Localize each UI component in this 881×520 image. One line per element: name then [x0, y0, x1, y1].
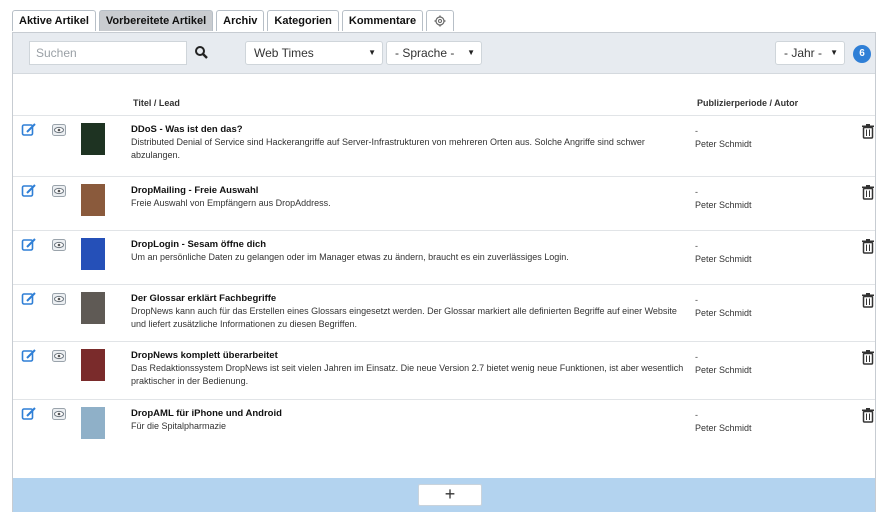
article-title[interactable]: DropMailing - Freie Auswahl — [131, 185, 258, 196]
preview-icon[interactable] — [51, 348, 67, 364]
trash-icon[interactable] — [861, 349, 875, 365]
article-thumbnail — [81, 238, 105, 270]
gear-icon — [434, 15, 446, 27]
article-thumbnail — [81, 123, 105, 155]
footer-bar: + — [13, 478, 875, 512]
article-row: DropLogin - Sesam öffne dich Um an persön… — [13, 230, 875, 285]
language-select-value: - Sprache - — [395, 46, 455, 60]
article-period: - — [695, 352, 698, 362]
article-title[interactable]: DropNews komplett überarbeitet — [131, 350, 278, 361]
article-lead: Das Redaktionssystem DropNews ist seit v… — [131, 363, 684, 386]
article-row: Der Glossar erklärt Fachbegriffe DropNews… — [13, 284, 875, 342]
edit-icon[interactable] — [21, 291, 37, 307]
article-author: Peter Schmidt — [695, 139, 752, 149]
article-period: - — [695, 126, 698, 136]
year-select[interactable]: - Jahr - ▼ — [775, 41, 845, 65]
article-lead: DropNews kann auch für das Erstellen ein… — [131, 306, 677, 329]
chevron-down-icon: ▼ — [830, 48, 838, 57]
article-thumbnail — [81, 407, 105, 439]
publication-select[interactable]: Web Times ▼ — [245, 41, 383, 65]
tab-kommentare[interactable]: Kommentare — [341, 10, 424, 31]
edit-icon[interactable] — [21, 406, 37, 422]
article-period: - — [695, 295, 698, 305]
search-input[interactable] — [29, 41, 187, 65]
article-title[interactable]: DDoS - Was ist den das? — [131, 124, 243, 135]
article-period: - — [695, 241, 698, 251]
edit-icon[interactable] — [21, 348, 37, 364]
tab-aktive-artikel[interactable]: Aktive Artikel — [12, 10, 96, 31]
article-period: - — [695, 410, 698, 420]
article-title[interactable]: DropAML für iPhone und Android — [131, 408, 282, 419]
article-lead: Um an persönliche Daten zu gelangen oder… — [131, 252, 569, 262]
column-header-title: Titel / Lead — [133, 98, 180, 108]
filter-toolbar: Web Times ▼ - Sprache - ▼ - Jahr - ▼ 6 — [13, 33, 875, 74]
tab-settings[interactable] — [426, 10, 455, 31]
article-title[interactable]: DropLogin - Sesam öffne dich — [131, 239, 266, 250]
count-badge: 6 — [853, 45, 871, 63]
preview-icon[interactable] — [51, 122, 67, 138]
column-header-period: Publizierperiode / Autor — [697, 98, 799, 108]
article-period: - — [695, 187, 698, 197]
preview-icon[interactable] — [51, 237, 67, 253]
article-author: Peter Schmidt — [695, 423, 752, 433]
article-lead: Distributed Denial of Service sind Hacke… — [131, 137, 645, 160]
article-thumbnail — [81, 349, 105, 381]
articles-panel: Web Times ▼ - Sprache - ▼ - Jahr - ▼ 6 T… — [12, 32, 876, 512]
chevron-down-icon: ▼ — [368, 48, 376, 57]
preview-icon[interactable] — [51, 183, 67, 199]
tab-archiv[interactable]: Archiv — [216, 10, 265, 31]
tab-bar: Aktive Artikel Vorbereitete Artikel Arch… — [12, 10, 455, 32]
article-row: DropMailing - Freie Auswahl Freie Auswahl… — [13, 176, 875, 231]
article-thumbnail — [81, 184, 105, 216]
trash-icon[interactable] — [861, 407, 875, 423]
article-thumbnail — [81, 292, 105, 324]
trash-icon[interactable] — [861, 184, 875, 200]
chevron-down-icon: ▼ — [467, 48, 475, 57]
article-row: DropNews komplett überarbeitet Das Redakt… — [13, 341, 875, 400]
article-author: Peter Schmidt — [695, 254, 752, 264]
tab-kategorien[interactable]: Kategorien — [267, 10, 339, 31]
article-row: DDoS - Was ist den das? Distributed Denia… — [13, 115, 875, 177]
edit-icon[interactable] — [21, 183, 37, 199]
article-lead: Für die Spitalpharmazie — [131, 421, 227, 431]
preview-icon[interactable] — [51, 406, 67, 422]
language-select[interactable]: - Sprache - ▼ — [386, 41, 482, 65]
article-author: Peter Schmidt — [695, 308, 752, 318]
year-select-value: - Jahr - — [784, 46, 823, 60]
edit-icon[interactable] — [21, 237, 37, 253]
preview-icon[interactable] — [51, 291, 67, 307]
article-row: DropAML für iPhone und Android Für die Sp… — [13, 399, 875, 458]
tab-vorbereitete-artikel[interactable]: Vorbereitete Artikel — [98, 10, 214, 31]
search-icon[interactable] — [193, 44, 211, 62]
trash-icon[interactable] — [861, 123, 875, 139]
publication-select-value: Web Times — [254, 46, 314, 60]
trash-icon[interactable] — [861, 238, 875, 254]
article-lead: Freie Auswahl von Empfängern aus DropAdd… — [131, 198, 331, 208]
trash-icon[interactable] — [861, 292, 875, 308]
add-article-button[interactable]: + — [418, 484, 482, 506]
edit-icon[interactable] — [21, 122, 37, 138]
article-author: Peter Schmidt — [695, 200, 752, 210]
article-title[interactable]: Der Glossar erklärt Fachbegriffe — [131, 293, 276, 304]
article-author: Peter Schmidt — [695, 365, 752, 375]
